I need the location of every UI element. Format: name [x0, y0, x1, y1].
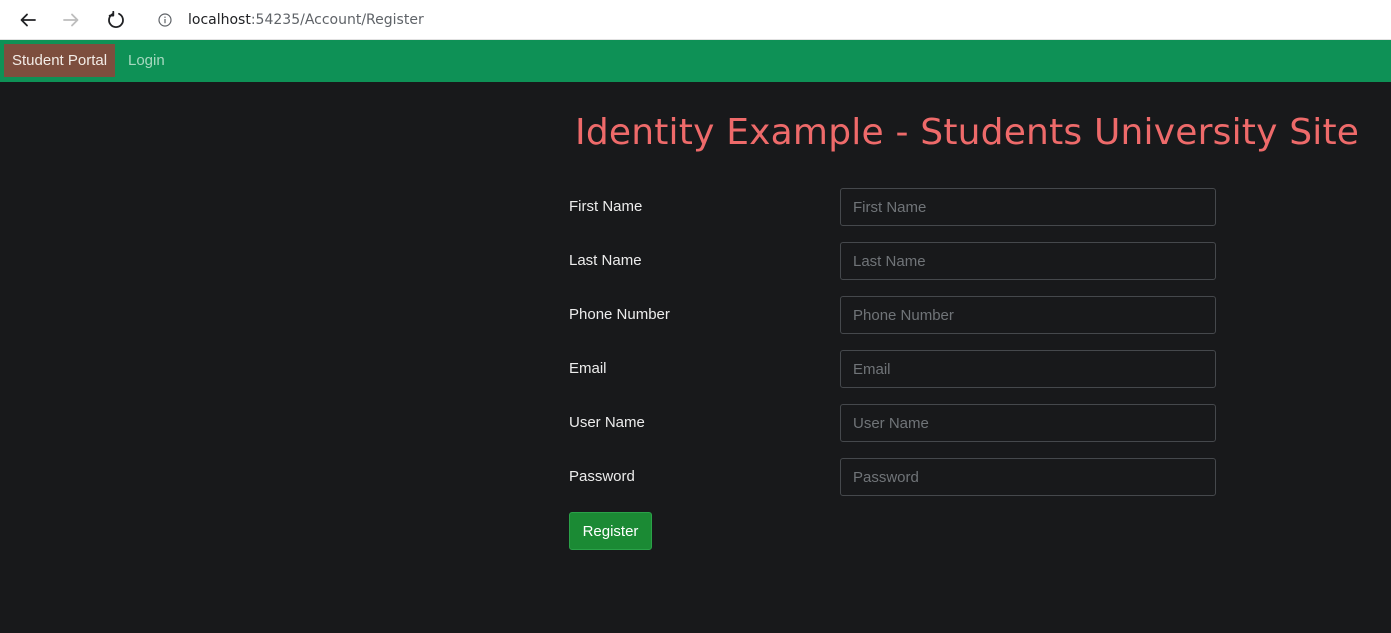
password-label: Password — [569, 468, 635, 485]
email-label: Email — [569, 360, 607, 377]
register-button[interactable]: Register — [569, 512, 652, 550]
first-name-input[interactable] — [840, 188, 1216, 226]
back-button[interactable] — [14, 6, 42, 34]
reload-icon — [107, 11, 125, 29]
brand-link[interactable]: Student Portal — [4, 44, 116, 77]
password-input[interactable] — [840, 458, 1216, 496]
url-host: localhost — [188, 12, 251, 28]
page-title: Identity Example - Students University S… — [575, 112, 1360, 153]
browser-toolbar: localhost:54235/Account/Register — [0, 0, 1391, 40]
url-text: localhost:54235/Account/Register — [188, 12, 424, 28]
first-name-row: First Name — [569, 188, 1216, 226]
user-name-label: User Name — [569, 414, 645, 431]
login-link[interactable]: Login — [128, 44, 165, 77]
user-name-row: User Name — [569, 404, 1216, 442]
last-name-row: Last Name — [569, 242, 1216, 280]
back-arrow-icon — [19, 11, 37, 29]
address-bar[interactable]: localhost:54235/Account/Register — [144, 4, 1391, 36]
last-name-input[interactable] — [840, 242, 1216, 280]
site-navbar: Student Portal Login — [0, 40, 1391, 82]
phone-number-row: Phone Number — [569, 296, 1216, 334]
phone-number-label: Phone Number — [569, 306, 670, 323]
url-path: :54235/Account/Register — [250, 12, 424, 28]
info-icon[interactable] — [158, 13, 172, 27]
phone-number-input[interactable] — [840, 296, 1216, 334]
forward-button[interactable] — [57, 6, 85, 34]
password-row: Password — [569, 458, 1216, 496]
email-input[interactable] — [840, 350, 1216, 388]
reload-button[interactable] — [102, 6, 130, 34]
user-name-input[interactable] — [840, 404, 1216, 442]
forward-arrow-icon — [62, 11, 80, 29]
last-name-label: Last Name — [569, 252, 642, 269]
email-row: Email — [569, 350, 1216, 388]
first-name-label: First Name — [569, 198, 643, 215]
